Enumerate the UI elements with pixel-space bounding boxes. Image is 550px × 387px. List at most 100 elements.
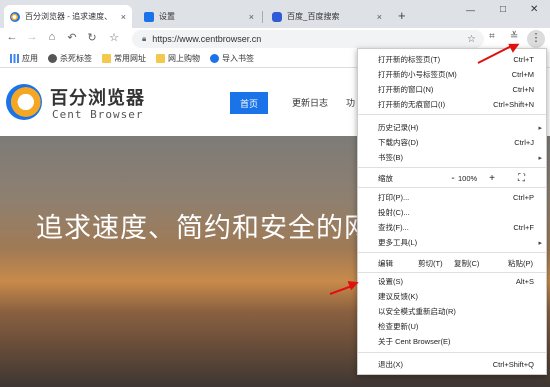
undo-close-tab-icon[interactable]: ↶ (64, 31, 80, 44)
menu-shortcut: Ctrl+Shift+Q (492, 360, 534, 369)
nav-features[interactable]: 功 (346, 96, 355, 109)
bookmark-label: 常用网址 (114, 54, 146, 63)
menu-divider (358, 114, 546, 115)
menu-label: 设置(S) (378, 277, 403, 286)
close-window-button[interactable]: ✕ (530, 4, 538, 15)
bookmark-apps[interactable]: 应用 (10, 53, 38, 64)
apps-grid-icon (10, 54, 19, 63)
new-tab-button[interactable]: + (398, 8, 406, 23)
browser-menu: 打开新的标签页(T) Ctrl+T 打开新的小号标签页(M) Ctrl+M 打开新的… (357, 48, 547, 375)
menu-shortcut: Alt+S (515, 277, 534, 286)
zoom-value: 100% (458, 173, 478, 183)
tab-divider (262, 11, 263, 23)
submenu-arrow-icon: ▸ (538, 124, 542, 132)
baidu-paw-icon (272, 11, 282, 22)
menu-label: 关于 Cent Browser(E) (378, 337, 451, 346)
menu-shortcut: Ctrl+N (512, 85, 534, 94)
menu-edit-row: 编辑 剪切(T) 复制(C) 粘贴(P) (358, 256, 546, 270)
menu-item-bookmarks[interactable]: 书签(B) ▸ (358, 151, 546, 164)
star-icon[interactable]: ☆ (467, 34, 476, 45)
nav-home[interactable]: 首页 (230, 92, 268, 114)
nav-changelog[interactable]: 更新日志 (292, 96, 328, 109)
menu-item-feedback[interactable]: 建议反馈(K) (358, 290, 546, 303)
menu-shortcut: Ctrl+Shift+N (493, 100, 534, 109)
menu-divider (358, 252, 546, 253)
bookmark-star-icon[interactable]: ☆ (106, 31, 122, 44)
reload-icon[interactable]: ↻ (84, 31, 100, 44)
menu-item-downloads[interactable]: 下载内容(D) Ctrl+J (358, 136, 546, 149)
address-bar[interactable]: 🔒︎ https://www.centbrowser.cn ☆ (132, 30, 484, 48)
gear-icon (210, 54, 219, 63)
centbrowser-favicon-icon (10, 11, 20, 22)
menu-label: 书签(B) (378, 153, 403, 162)
menu-label: 建议反馈(K) (378, 292, 418, 301)
menu-divider (358, 187, 546, 188)
gear-icon (144, 11, 154, 22)
tab-close-icon[interactable]: × (121, 12, 126, 22)
edit-label: 编辑 (378, 259, 393, 268)
folder-icon (156, 54, 165, 63)
menu-label: 下载内容(D) (378, 138, 419, 147)
forward-arrow-icon[interactable]: → (24, 31, 40, 43)
copy-button[interactable]: 复制(C) (454, 258, 479, 269)
menu-item-history[interactable]: 历史记录(H) ▸ (358, 121, 546, 134)
bookmark-label: 应用 (22, 54, 38, 63)
menu-label: 退出(X) (378, 360, 403, 369)
fullscreen-icon[interactable]: ⛶ (518, 173, 525, 184)
tab-label: 设置 (159, 12, 175, 21)
menu-shortcut: Ctrl+P (512, 193, 534, 202)
maximize-button[interactable]: □ (500, 4, 506, 15)
menu-item-safe-restart[interactable]: 以安全模式重新启动(R) (358, 305, 546, 318)
menu-item-incognito[interactable]: 打开新的无痕窗口(I) Ctrl+Shift+N (358, 98, 546, 111)
tab-baidu[interactable]: 百度_百度搜索 × (266, 5, 388, 28)
menu-item-about[interactable]: 关于 Cent Browser(E) (358, 335, 546, 348)
tab-label: 百分浏览器 - 追求速度、 (25, 12, 113, 21)
menu-shortcut: Ctrl+T (513, 55, 534, 64)
centbrowser-logo-icon (6, 84, 42, 120)
menu-item-print[interactable]: 打印(P)... Ctrl+P (358, 191, 546, 204)
bookmark-label: 网上购物 (168, 54, 200, 63)
bookmark-folder-shopping[interactable]: 网上购物 (156, 53, 200, 64)
submenu-arrow-icon: ▸ (538, 239, 542, 247)
menu-item-new-window[interactable]: 打开新的窗口(N) Ctrl+N (358, 83, 546, 96)
tab-centbrowser[interactable]: 百分浏览器 - 追求速度、 × (4, 5, 132, 28)
submenu-arrow-icon: ▸ (538, 154, 542, 162)
menu-item-new-tab[interactable]: 打开新的标签页(T) Ctrl+T (358, 53, 546, 66)
menu-item-find[interactable]: 查找(F)... Ctrl+F (358, 221, 546, 234)
menu-label: 查找(F)... (378, 223, 409, 232)
tab-close-icon[interactable]: × (377, 12, 382, 22)
crop-icon[interactable]: ⌗ (489, 31, 495, 42)
menu-item-cast[interactable]: 投射(C)... (358, 206, 546, 219)
menu-item-new-small-tab[interactable]: 打开新的小号标签页(M) Ctrl+M (358, 68, 546, 81)
minimize-button[interactable]: — (466, 5, 475, 15)
menu-item-more-tools[interactable]: 更多工具(L) ▸ (358, 236, 546, 249)
tab-settings[interactable]: 设置 × (138, 5, 260, 28)
address-url: https://www.centbrowser.cn (152, 34, 262, 44)
bookmark-label: 导入书签 (222, 54, 254, 63)
bookmark-import[interactable]: 导入书签 (210, 53, 254, 64)
bookmark-kill-tab[interactable]: 杀死标签 (48, 53, 92, 64)
folder-icon (102, 54, 111, 63)
logo-text-cn: 百分浏览器 (50, 88, 145, 108)
menu-label: 检查更新(U) (378, 322, 419, 331)
menu-zoom-row: 缩放 - 100% + ⛶ (358, 171, 546, 185)
cut-button[interactable]: 剪切(T) (418, 258, 443, 269)
menu-label: 投射(C)... (378, 208, 410, 217)
bookmark-folder-common[interactable]: 常用网址 (102, 53, 146, 64)
menu-kebab-icon[interactable]: ⋮ (527, 30, 545, 48)
menu-item-check-update[interactable]: 检查更新(U) (358, 320, 546, 333)
hero-title: 追求速度、简约和安全的网 (36, 213, 372, 243)
paste-button[interactable]: 粘贴(P) (508, 258, 533, 269)
zoom-label: 缩放 (378, 173, 393, 183)
menu-divider (358, 272, 546, 273)
zoom-in-button[interactable]: + (482, 173, 502, 184)
lock-icon: 🔒︎ (142, 34, 147, 43)
menu-item-exit[interactable]: 退出(X) Ctrl+Shift+Q (358, 358, 546, 371)
menu-shortcut: Ctrl+F (513, 223, 534, 232)
home-icon[interactable]: ⌂ (44, 31, 60, 43)
menu-label: 打印(P)... (378, 193, 410, 202)
tab-close-icon[interactable]: × (249, 12, 254, 22)
menu-label: 打开新的无痕窗口(I) (378, 100, 446, 109)
back-arrow-icon[interactable]: ← (4, 31, 20, 43)
menu-item-settings[interactable]: 设置(S) Alt+S (358, 275, 546, 288)
